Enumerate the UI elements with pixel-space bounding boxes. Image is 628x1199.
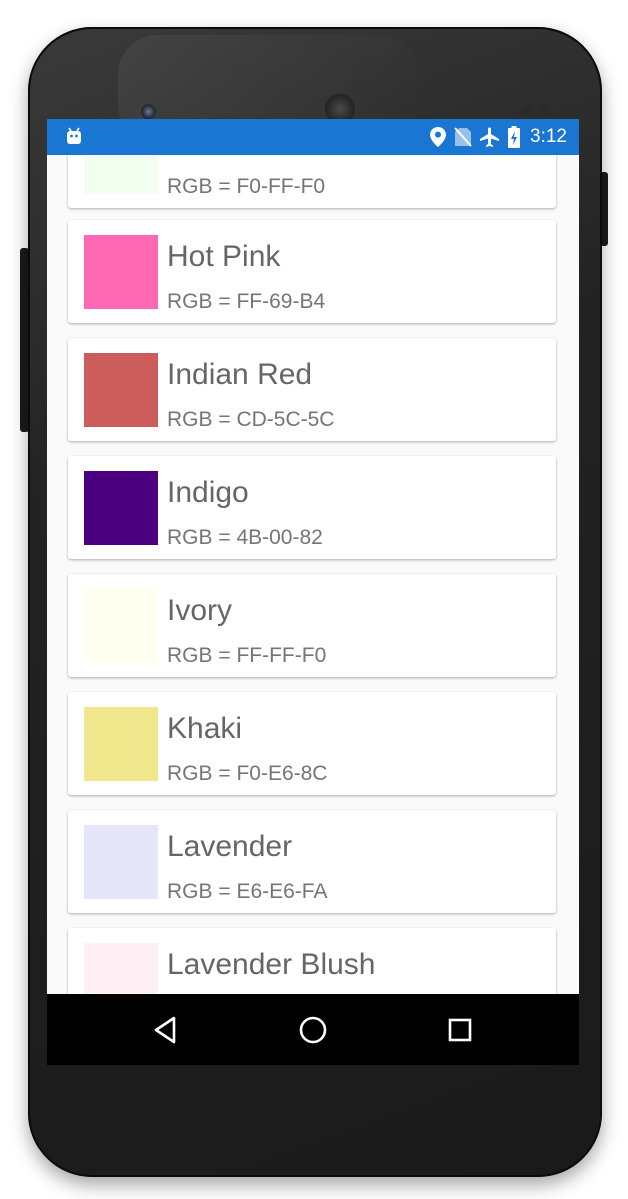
color-card-lavender[interactable]: Lavender RGB = E6-E6-FA xyxy=(68,810,556,913)
status-icons: 3:12 xyxy=(430,119,567,155)
color-swatch xyxy=(84,707,158,781)
android-icon xyxy=(65,127,83,150)
color-name: Khaki xyxy=(167,712,243,745)
airplane-icon xyxy=(480,127,500,147)
color-swatch xyxy=(84,943,158,994)
proximity-sensor xyxy=(521,105,531,115)
color-swatch xyxy=(84,353,158,427)
color-rgb: RGB = F0-FF-F0 xyxy=(167,175,326,198)
light-sensor xyxy=(540,105,550,115)
battery-charging-icon xyxy=(508,126,521,148)
color-name: Indian Red xyxy=(167,358,313,391)
color-card-honeydew[interactable]: RGB = F0-FF-F0 xyxy=(68,155,556,208)
back-icon[interactable] xyxy=(150,1014,182,1046)
color-swatch xyxy=(84,825,158,899)
color-swatch xyxy=(84,471,158,545)
color-swatch xyxy=(84,235,158,309)
color-card-hot-pink[interactable]: Hot Pink RGB = FF-69-B4 xyxy=(68,220,556,323)
color-card-khaki[interactable]: Khaki RGB = F0-E6-8C xyxy=(68,692,556,795)
color-name: Ivory xyxy=(167,594,233,627)
navigation-bar xyxy=(47,994,579,1065)
color-rgb: RGB = F0-E6-8C xyxy=(167,762,328,785)
color-name: Hot Pink xyxy=(167,240,281,273)
recents-icon[interactable] xyxy=(444,1014,476,1046)
color-list[interactable]: RGB = F0-FF-F0 Hot Pink RGB = FF-69-B4 I… xyxy=(47,155,579,994)
color-rgb: RGB = FF-FF-F0 xyxy=(167,644,327,667)
color-rgb: RGB = FF-69-B4 xyxy=(167,290,326,313)
color-swatch xyxy=(84,589,158,663)
color-rgb: RGB = E6-E6-FA xyxy=(167,880,328,903)
color-swatch xyxy=(84,155,158,194)
color-rgb: RGB = 4B-00-82 xyxy=(167,526,323,549)
color-rgb: RGB = CD-5C-5C xyxy=(167,408,335,431)
status-clock: 3:12 xyxy=(530,126,567,147)
color-card-ivory[interactable]: Ivory RGB = FF-FF-F0 xyxy=(68,574,556,677)
color-card-indian-red[interactable]: Indian Red RGB = CD-5C-5C xyxy=(68,338,556,441)
color-card-indigo[interactable]: Indigo RGB = 4B-00-82 xyxy=(68,456,556,559)
screen: 3:12 RGB = F0-FF-F0 Hot Pink RGB = FF-69… xyxy=(47,119,579,1065)
no-sim-icon xyxy=(454,127,472,147)
front-camera xyxy=(141,104,156,119)
color-card-lavender-blush[interactable]: Lavender Blush xyxy=(68,928,556,994)
color-name: Indigo xyxy=(167,476,249,509)
color-name: Lavender xyxy=(167,830,293,863)
location-icon xyxy=(430,127,447,147)
status-bar: 3:12 xyxy=(47,119,579,155)
home-icon[interactable] xyxy=(297,1014,329,1046)
color-name: Lavender Blush xyxy=(167,948,376,981)
